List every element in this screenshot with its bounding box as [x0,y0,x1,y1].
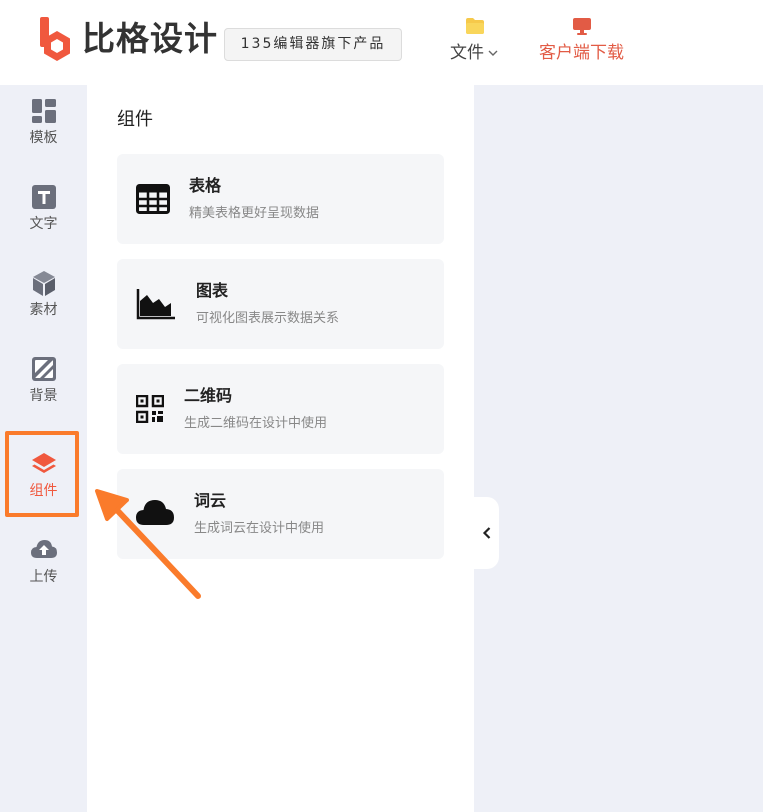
components-panel: 组件 表格 精美表格更好呈现数据 图表 可视化图表展示数据关系 二维码 生成二维… [87,85,474,812]
cloud-icon [136,500,174,525]
nav-client-label: 客户端下载 [539,43,624,63]
sidebar-item-materials[interactable]: 素材 [0,257,87,327]
product-badge: 135编辑器旗下产品 [224,28,402,61]
component-card-chart[interactable]: 图表 可视化图表展示数据关系 [117,259,444,349]
panel-title: 组件 [117,109,153,130]
nav-file-menu[interactable]: 文件 [450,18,499,64]
card-title: 图表 [196,281,229,300]
logo-text: 比格设计 [82,19,218,58]
sidebar-item-upload[interactable]: 上传 [0,524,87,594]
sidebar-item-label: 文字 [29,216,58,232]
card-title: 词云 [194,491,227,510]
monitor-icon [572,18,591,35]
card-description: 可视化图表展示数据关系 [196,311,340,326]
sidebar-item-text[interactable]: 文字 [0,171,87,241]
card-title: 表格 [189,176,222,195]
sidebar-item-label: 背景 [29,388,58,404]
card-description: 生成词云在设计中使用 [194,521,325,536]
panel-collapse-button[interactable] [474,497,499,569]
card-description: 生成二维码在设计中使用 [184,416,328,431]
folder-icon [465,18,484,34]
chevron-down-icon [488,50,498,56]
component-card-qrcode[interactable]: 二维码 生成二维码在设计中使用 [117,364,444,454]
sidebar-item-label: 上传 [29,569,58,585]
cube-icon [32,271,55,296]
card-description: 精美表格更好呈现数据 [189,206,320,221]
table-icon [136,184,170,214]
nav-file-label: 文件 [450,43,484,63]
component-card-wordcloud[interactable]: 词云 生成词云在设计中使用 [117,469,444,559]
sidebar-item-label: 模板 [29,130,58,146]
cloud-upload-icon [30,540,57,558]
nav-client-download[interactable]: 客户端下载 [539,18,624,64]
area-chart-icon [136,289,175,320]
sidebar-item-background[interactable]: 背景 [0,343,87,413]
text-icon [31,185,56,209]
highlight-box [5,431,79,517]
card-title: 二维码 [184,386,233,405]
component-card-table[interactable]: 表格 精美表格更好呈现数据 [117,154,444,244]
top-header: 比格设计 135编辑器旗下产品 文件 客户端下载 [0,0,763,85]
sidebar-item-label: 素材 [29,302,58,318]
logo-b-icon [40,17,70,61]
grid-icon [31,99,56,123]
chevron-left-icon [482,527,490,539]
background-icon [31,357,56,381]
logo[interactable]: 比格设计 [40,16,218,62]
sidebar-item-templates[interactable]: 模板 [0,85,87,155]
qr-code-icon [136,395,164,423]
